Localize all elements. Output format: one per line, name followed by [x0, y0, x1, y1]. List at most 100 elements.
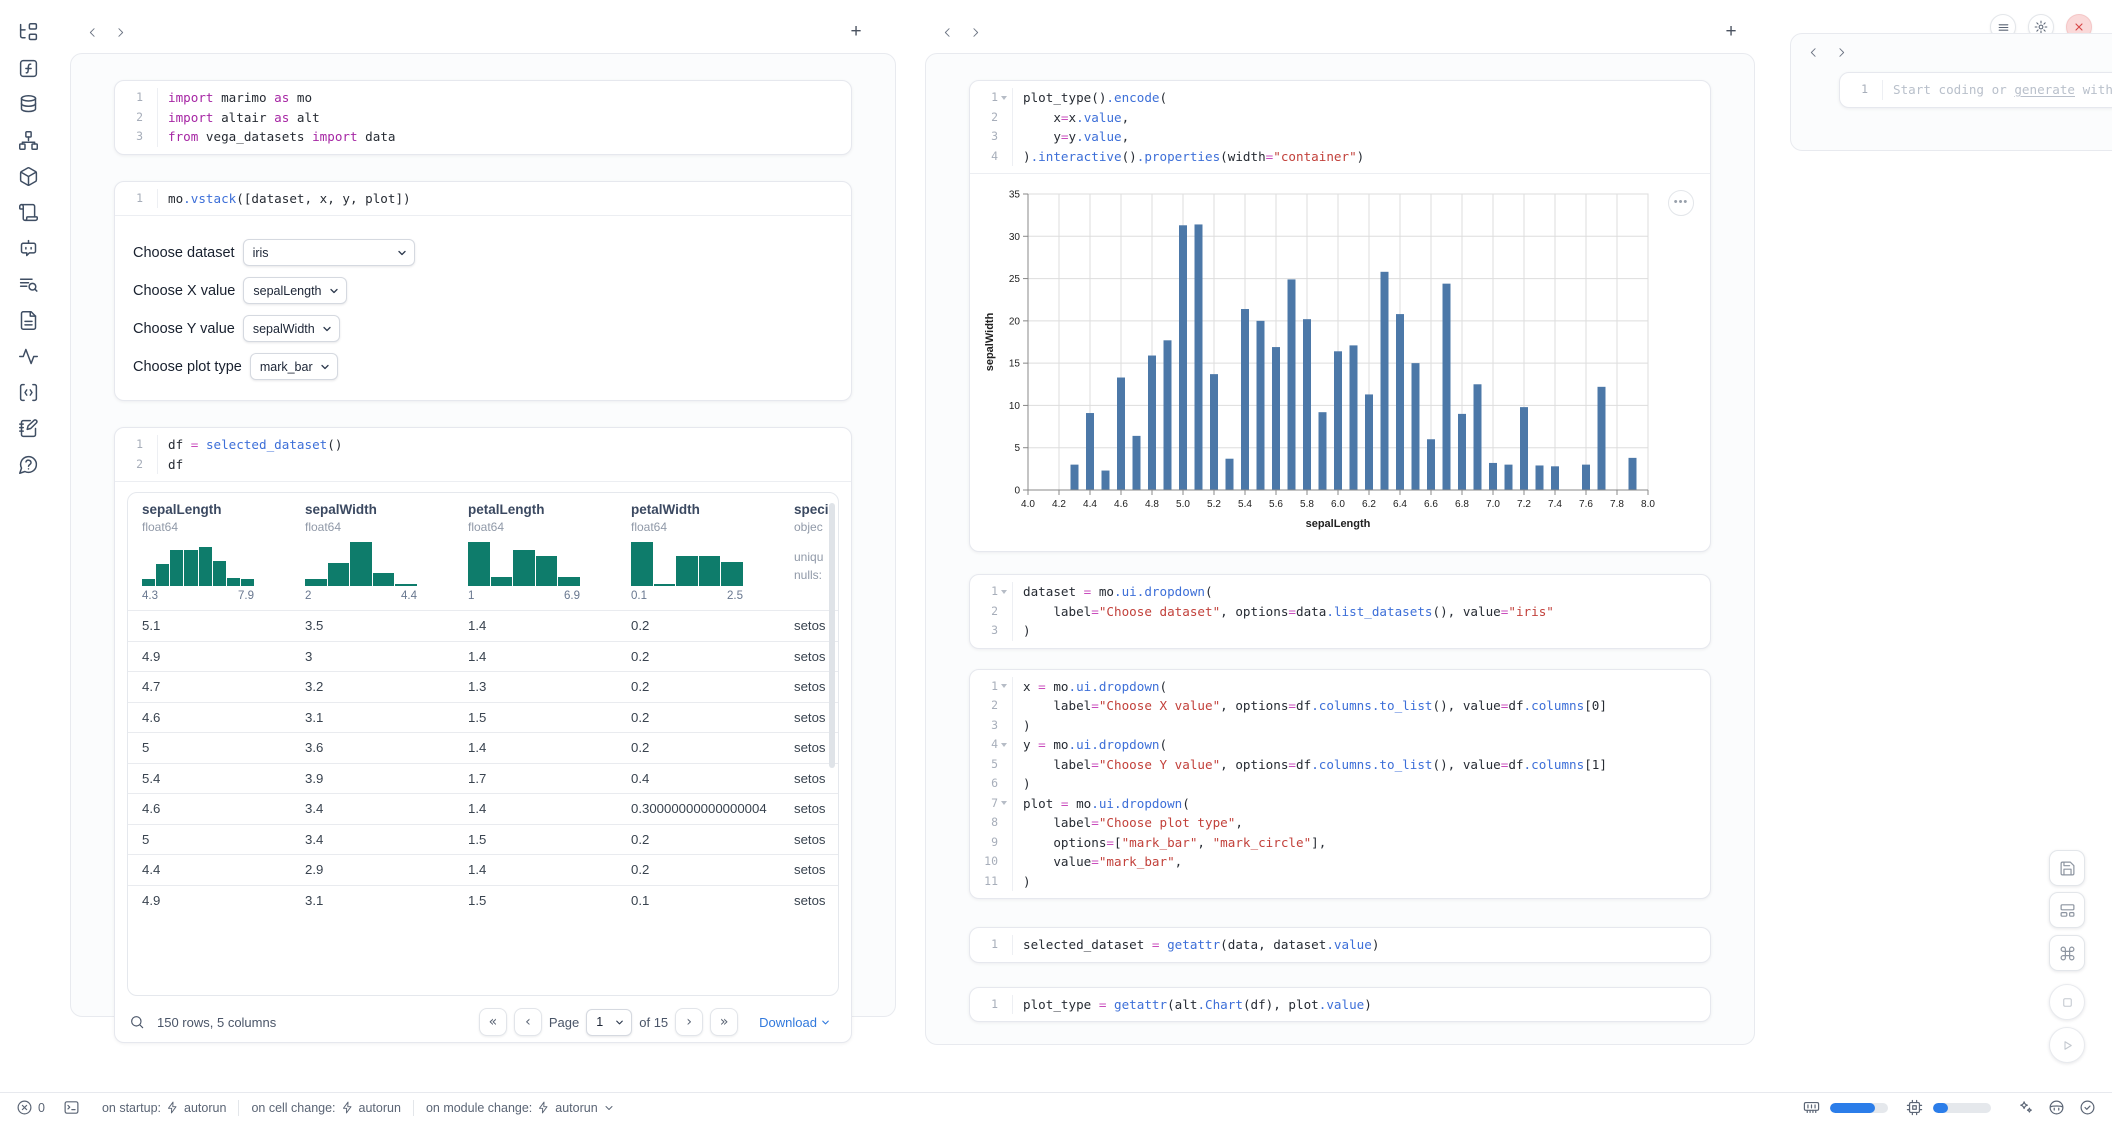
column-prev-button[interactable] — [78, 20, 106, 44]
code-line: 9 options=["mark_bar", "mark_circle"], — [974, 833, 1700, 853]
new-cell[interactable]: 1 Start coding or generate with — [1839, 72, 2112, 108]
search-icon[interactable] — [129, 1014, 145, 1030]
svg-text:sepalLength: sepalLength — [1306, 518, 1371, 530]
cell-dataframe[interactable]: 1df = selected_dataset()2df sepalLengthf… — [114, 427, 852, 1043]
generate-link[interactable]: generate — [2014, 82, 2075, 97]
column-prev-button[interactable] — [933, 20, 961, 44]
help-circle-icon[interactable] — [18, 454, 39, 475]
table-column-header[interactable]: petalWidthfloat640.12.5 — [617, 502, 780, 602]
table-column-header[interactable]: petalLengthfloat6416.9 — [454, 502, 617, 602]
table-row[interactable]: 4.63.11.50.2setos — [128, 702, 838, 733]
add-cell-button[interactable]: + — [1717, 20, 1745, 44]
svg-text:sepalWidth: sepalWidth — [984, 312, 996, 371]
column-next-button[interactable] — [106, 20, 134, 44]
code-editor[interactable]: 1mo.vstack([dataset, x, y, plot]) — [115, 182, 851, 216]
table-row[interactable]: 4.931.40.2setos — [128, 641, 838, 672]
table-row[interactable]: 4.73.21.30.2setos — [128, 671, 838, 702]
download-button[interactable]: Download — [753, 1014, 837, 1031]
table-row[interactable]: 5.13.51.40.2setos — [128, 610, 838, 641]
bolt-icon — [166, 1101, 179, 1114]
notebook-pen-icon[interactable] — [18, 418, 39, 439]
altair-bar-chart[interactable]: 4.04.24.44.64.85.05.25.45.65.86.06.26.46… — [982, 182, 1662, 534]
dataframe-table: sepalLengthfloat644.37.9sepalWidthfloat6… — [127, 492, 839, 996]
on-cell-change-setting[interactable]: on cell change: autorun — [251, 1101, 401, 1115]
on-startup-setting[interactable]: on startup: autorun — [102, 1101, 226, 1115]
table-row[interactable]: 5.43.91.70.4setos — [128, 763, 838, 794]
database-icon[interactable] — [18, 94, 39, 115]
page-select[interactable]: 1 — [586, 1009, 632, 1036]
package-icon[interactable] — [18, 166, 39, 187]
code-placeholder[interactable]: Start coding or generate with — [1882, 80, 2112, 100]
dataset-select[interactable]: iris — [243, 239, 415, 266]
table-row[interactable]: 4.42.91.40.2setos — [128, 854, 838, 885]
command-palette-button[interactable] — [2049, 935, 2085, 971]
code-editor[interactable]: 1x = mo.ui.dropdown(2 label="Choose X va… — [970, 670, 1710, 899]
cell-plot-type[interactable]: 1plot_type = getattr(alt.Chart(df), plot… — [969, 987, 1711, 1023]
activity-icon[interactable] — [18, 346, 39, 367]
bot-chat-icon[interactable] — [18, 238, 39, 259]
panel-prev-button[interactable] — [1799, 40, 1827, 64]
table-row[interactable]: 53.41.50.2setos — [128, 824, 838, 855]
x-value-select[interactable]: sepalLength — [243, 277, 347, 304]
y-value-select[interactable]: sepalWidth — [243, 315, 340, 342]
svg-text:6.4: 6.4 — [1393, 499, 1407, 510]
terminal-button[interactable] — [63, 1099, 80, 1116]
network-icon[interactable] — [18, 130, 39, 151]
table-row[interactable]: 4.63.41.40.30000000000000004setos — [128, 793, 838, 824]
layout-button[interactable] — [2049, 892, 2085, 928]
code-editor[interactable]: 1plot_type = getattr(alt.Chart(df), plot… — [970, 988, 1710, 1022]
add-cell-button[interactable]: + — [842, 20, 870, 44]
vega-actions-button[interactable]: ••• — [1668, 190, 1694, 216]
save-button[interactable] — [2049, 850, 2085, 886]
on-module-change-value: autorun — [555, 1101, 597, 1115]
code-line: 3) — [974, 716, 1700, 736]
file-text-icon[interactable] — [18, 310, 39, 331]
cell-chart[interactable]: 1plot_type().encode(2 x=x.value,3 y=y.va… — [969, 80, 1711, 552]
last-page-button[interactable]: » — [710, 1008, 738, 1036]
table-row[interactable]: 53.61.40.2setos — [128, 732, 838, 763]
choose-plot-label: Choose plot type — [133, 359, 242, 375]
code-line: 1x = mo.ui.dropdown( — [974, 677, 1700, 697]
code-line: 1dataset = mo.ui.dropdown( — [974, 582, 1700, 602]
scroll-icon[interactable] — [18, 202, 39, 223]
plot-type-select[interactable]: mark_bar — [250, 353, 338, 380]
code-line: 1plot_type = getattr(alt.Chart(df), plot… — [974, 995, 1700, 1015]
run-all-button[interactable] — [2049, 1027, 2085, 1063]
code-line: 2df — [119, 455, 841, 475]
cell-imports[interactable]: 1import marimo as mo2import altair as al… — [114, 80, 852, 155]
next-page-button[interactable]: › — [675, 1008, 703, 1036]
code-editor[interactable]: 1selected_dataset = getattr(data, datase… — [970, 928, 1710, 962]
cell-vstack[interactable]: 1mo.vstack([dataset, x, y, plot]) Choose… — [114, 181, 852, 402]
function-square-icon[interactable] — [18, 58, 39, 79]
column-histogram — [631, 542, 743, 586]
middle-column: 1plot_type().encode(2 x=x.value,3 y=y.va… — [925, 53, 1755, 1045]
table-column-header[interactable]: sepalLengthfloat644.37.9 — [128, 502, 291, 602]
first-page-button[interactable]: « — [479, 1008, 507, 1036]
svg-text:7.6: 7.6 — [1579, 499, 1593, 510]
table-row[interactable]: 4.93.11.50.1setos — [128, 885, 838, 916]
chart-output: 4.04.24.44.64.85.05.25.45.65.86.06.26.46… — [970, 173, 1710, 551]
prev-page-button[interactable]: ‹ — [514, 1008, 542, 1036]
stop-button[interactable] — [2049, 984, 2085, 1020]
code-editor[interactable]: 1plot_type().encode(2 x=x.value,3 y=y.va… — [970, 81, 1710, 173]
svg-text:35: 35 — [1009, 190, 1021, 201]
table-scrollbar[interactable] — [829, 503, 835, 768]
cell-selected-dataset[interactable]: 1selected_dataset = getattr(data, datase… — [969, 927, 1711, 963]
cpu-icon — [1906, 1099, 1923, 1116]
code-editor[interactable]: 1import marimo as mo2import altair as al… — [115, 81, 851, 154]
code-editor[interactable]: 1df = selected_dataset()2df — [115, 428, 851, 481]
panel-next-button[interactable] — [1827, 40, 1855, 64]
cell-dataset-dropdown[interactable]: 1dataset = mo.ui.dropdown(2 label="Choos… — [969, 574, 1711, 649]
column-next-button[interactable] — [961, 20, 989, 44]
table-column-header[interactable]: sepalWidthfloat6424.4 — [291, 502, 454, 602]
file-tree-icon[interactable] — [18, 22, 39, 43]
code-editor[interactable]: 1dataset = mo.ui.dropdown(2 label="Choos… — [970, 575, 1710, 648]
code-line: 8 label="Choose plot type", — [974, 813, 1700, 833]
copilot-icon — [2048, 1099, 2065, 1116]
list-search-icon[interactable] — [18, 274, 39, 295]
code-snippet-icon[interactable] — [18, 382, 39, 403]
cell-xy-dropdowns[interactable]: 1x = mo.ui.dropdown(2 label="Choose X va… — [969, 669, 1711, 900]
column-histogram — [468, 542, 580, 586]
on-module-change-setting[interactable]: on module change: autorun — [426, 1101, 615, 1115]
error-indicator[interactable]: 0 — [16, 1099, 45, 1116]
